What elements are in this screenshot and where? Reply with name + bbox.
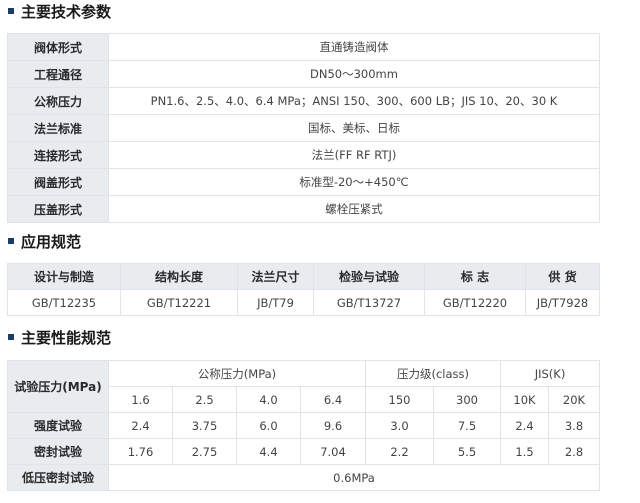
table-cell: 2.4 <box>108 412 173 439</box>
table-row: 密封试验 1.76 2.75 4.4 7.04 2.2 5.5 1.5 2.8 <box>7 438 601 465</box>
spec-value: 螺栓压紧式 <box>108 195 600 223</box>
spec-label: 法兰标准 <box>7 114 109 142</box>
standards-table: 设计与制造 结构长度 法兰尺寸 检验与试验 标 志 供 货 GB/T12235 … <box>7 263 600 316</box>
table-cell: 1.76 <box>108 438 173 465</box>
table-cell: JB/T79 <box>237 289 314 316</box>
table-cell: 9.6 <box>300 412 366 439</box>
spec-label: 公称压力 <box>7 87 109 115</box>
table-row: 低压密封试验 0.6MPa <box>7 464 601 491</box>
table-cell: GB/T13727 <box>313 289 425 316</box>
section-title-text: 主要性能规范 <box>21 328 112 347</box>
table-row: 工程通径 DN50～300mm <box>7 60 600 88</box>
table-cell: 1.5 <box>500 438 549 465</box>
section-title-text: 应用规范 <box>21 232 82 251</box>
table-header-row: 设计与制造 结构长度 法兰尺寸 检验与试验 标 志 供 货 <box>7 263 600 290</box>
square-bullet-icon <box>8 238 14 244</box>
table-row: 强度试验 2.4 3.75 6.0 9.6 3.0 7.5 2.4 3.8 <box>7 412 601 439</box>
spec-value: DN50～300mm <box>108 60 600 88</box>
table-cell: 3.0 <box>365 412 434 439</box>
spec-label: 阀体形式 <box>7 33 109 61</box>
section-title-standards: 应用规范 <box>8 230 81 252</box>
column-header: 标 志 <box>424 263 526 290</box>
spec-label: 连接形式 <box>7 141 109 169</box>
table-header-row: 试验压力(MPa) 公称压力(MPa) 压力级(class) JIS(K) <box>7 360 601 413</box>
spec-label: 工程通径 <box>7 60 109 88</box>
spec-label: 阀盖形式 <box>7 168 109 196</box>
square-bullet-icon <box>8 8 14 14</box>
row-header: 试验压力(MPa) <box>7 360 109 413</box>
sub-header: 4.0 <box>236 386 301 413</box>
table-cell: 3.75 <box>172 412 237 439</box>
group-header: JIS(K) <box>499 360 601 387</box>
spec-value: 直通铸造阀体 <box>108 33 600 61</box>
table-row: GB/T12235 GB/T12221 JB/T79 GB/T13727 GB/… <box>7 289 600 316</box>
sub-header: 10K <box>500 386 549 413</box>
table-cell: 6.0 <box>236 412 301 439</box>
sub-header: 1.6 <box>108 386 173 413</box>
section-title-text: 主要技术参数 <box>21 2 112 21</box>
group-header: 压力级(class) <box>365 360 501 387</box>
spec-label: 压盖形式 <box>7 195 109 223</box>
spec-value: 标准型-20～+450℃ <box>108 168 600 196</box>
sub-header: 2.5 <box>172 386 237 413</box>
column-header: 设计与制造 <box>7 263 121 290</box>
table-row: 连接形式 法兰(FF RF RTJ) <box>7 141 600 169</box>
table-row: 法兰标准 国标、美标、日标 <box>7 114 600 142</box>
table-cell: 3.8 <box>547 412 601 439</box>
sub-header: 300 <box>433 386 501 413</box>
table-row: 阀体形式 直通铸造阀体 <box>7 33 600 61</box>
table-cell: GB/T12221 <box>120 289 238 316</box>
table-cell: JB/T7928 <box>525 289 600 316</box>
column-header: 供 货 <box>525 263 600 290</box>
table-row: 压盖形式 螺栓压紧式 <box>7 195 600 223</box>
table-row: 公称压力 PN1.6、2.5、4.0、6.4 MPa；ANSI 150、300、… <box>7 87 600 115</box>
column-header: 结构长度 <box>120 263 238 290</box>
table-cell: 7.5 <box>433 412 501 439</box>
table-cell: GB/T12220 <box>424 289 526 316</box>
sub-header: 20K <box>547 386 601 413</box>
column-header: 检验与试验 <box>313 263 425 290</box>
section-title-performance: 主要性能规范 <box>8 326 111 348</box>
row-label: 低压密封试验 <box>7 464 109 491</box>
table-cell: 4.4 <box>236 438 301 465</box>
table-cell: 7.04 <box>300 438 366 465</box>
column-header: 法兰尺寸 <box>237 263 314 290</box>
row-label: 密封试验 <box>7 438 109 465</box>
group-header: 公称压力(MPa) <box>108 360 366 387</box>
sub-header: 6.4 <box>300 386 366 413</box>
specs-table: 阀体形式 直通铸造阀体 工程通径 DN50～300mm 公称压力 PN1.6、2… <box>7 33 600 223</box>
row-label: 强度试验 <box>7 412 109 439</box>
table-cell: 2.75 <box>172 438 237 465</box>
table-cell: 2.4 <box>500 412 549 439</box>
spec-value: 法兰(FF RF RTJ) <box>108 141 600 169</box>
spec-value: PN1.6、2.5、4.0、6.4 MPa；ANSI 150、300、600 L… <box>108 87 600 115</box>
spec-value: 国标、美标、日标 <box>108 114 600 142</box>
performance-table: 试验压力(MPa) 公称压力(MPa) 压力级(class) JIS(K) 1.… <box>7 360 601 491</box>
sub-header: 150 <box>365 386 434 413</box>
table-cell: 2.8 <box>547 438 601 465</box>
section-title-specs: 主要技术参数 <box>8 0 111 22</box>
table-cell: 0.6MPa <box>107 464 601 491</box>
table-cell: 5.5 <box>433 438 501 465</box>
table-cell: GB/T12235 <box>7 289 121 316</box>
table-cell: 2.2 <box>365 438 434 465</box>
square-bullet-icon <box>8 334 14 340</box>
table-row: 阀盖形式 标准型-20～+450℃ <box>7 168 600 196</box>
